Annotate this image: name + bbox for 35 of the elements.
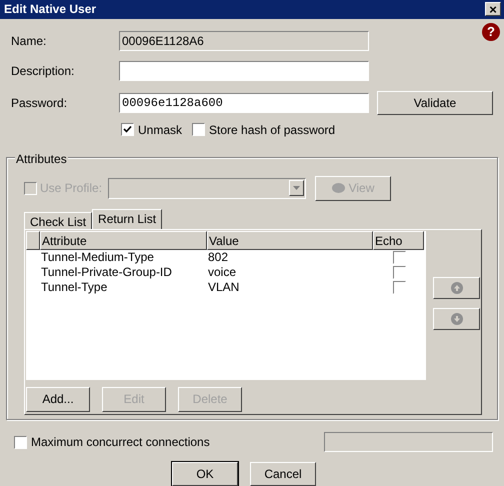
up-arrow-icon — [450, 282, 462, 294]
field-label: Description: — [11, 62, 76, 80]
close-button[interactable]: × — [485, 2, 501, 16]
list-action-button[interactable]: Add... — [26, 386, 90, 412]
help-icon[interactable]: ? — [482, 22, 500, 41]
caret-icon — [289, 180, 304, 196]
tab[interactable]: Return List — [92, 208, 162, 229]
tab[interactable]: Check List — [24, 212, 92, 229]
echo-checkbox[interactable] — [393, 250, 406, 264]
view-icon — [332, 183, 345, 194]
table-cell-text: 802 — [208, 249, 230, 266]
column-header[interactable]: Value — [207, 230, 373, 250]
column-header[interactable]: Attribute — [40, 230, 207, 250]
profile-dropdown[interactable] — [108, 178, 306, 199]
table-cell-text: VLAN — [208, 279, 240, 296]
checkbox-label: Unmask — [138, 122, 182, 139]
column-header[interactable]: Echo — [373, 230, 424, 250]
field-label: Password: — [11, 94, 68, 112]
checkbox[interactable] — [121, 123, 134, 136]
text-field[interactable] — [119, 60, 369, 81]
echo-checkbox[interactable] — [393, 266, 406, 279]
dialog-button[interactable]: Cancel — [250, 462, 316, 486]
window-title: Edit Native User — [4, 1, 96, 18]
down-arrow-icon — [450, 312, 462, 325]
field-label: Name: — [11, 32, 48, 50]
checkbox-label: Store hash of password — [209, 122, 336, 139]
table-cell-text: voice — [208, 264, 238, 282]
validate-button[interactable]: Validate — [377, 90, 493, 115]
dialog-button[interactable]: OK — [172, 462, 238, 486]
table-cell-text: Tunnel-Medium-Type — [41, 249, 155, 266]
text-field[interactable]: 00096e1128a600 — [119, 92, 369, 113]
checkbox[interactable] — [192, 123, 206, 136]
checkbox-label: Maximum concurrect connections — [31, 434, 210, 451]
table-cell-text: Tunnel-Type — [41, 279, 108, 296]
table-cell-text: Tunnel-Private-Group-ID — [41, 264, 173, 282]
